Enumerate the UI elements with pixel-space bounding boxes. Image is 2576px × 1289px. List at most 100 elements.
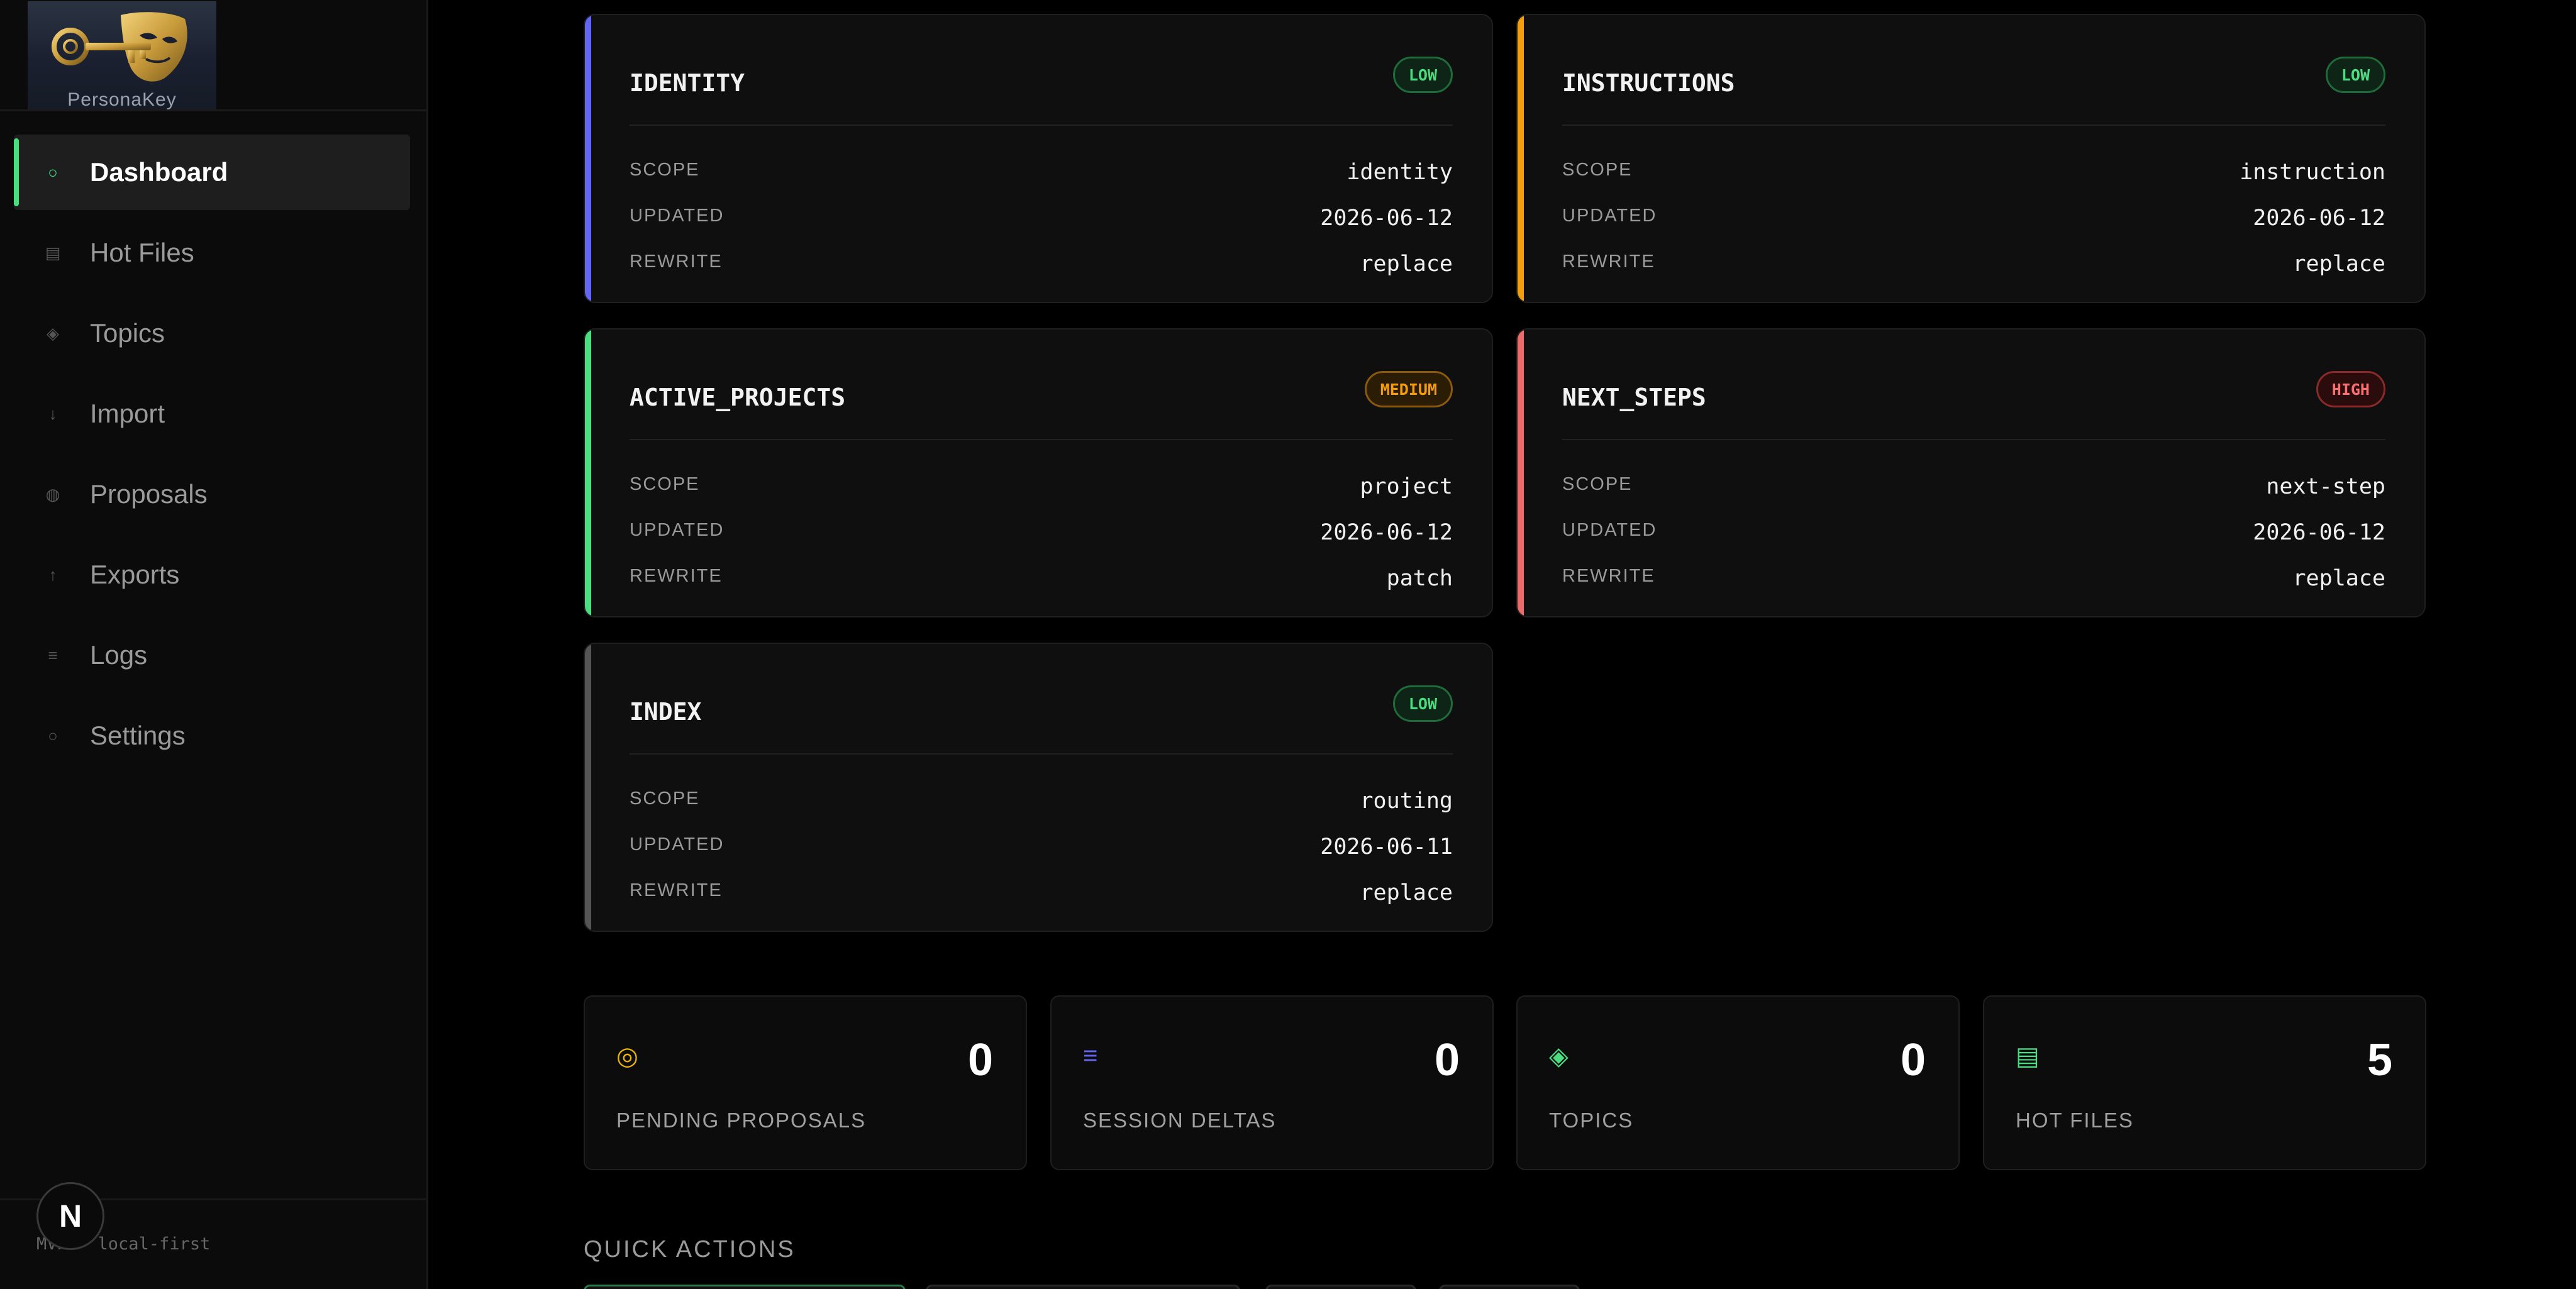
rewrite-row: REWRITE replace [630, 252, 1453, 277]
target-icon: ◎ [616, 1043, 638, 1070]
memory-card[interactable]: NEXT_STEPS HIGH SCOPE next-step UPDATED … [1516, 328, 2426, 617]
updated-value: 2026-06-11 [1320, 834, 1453, 860]
quick-action-button[interactable] [926, 1285, 1240, 1289]
memory-card[interactable]: ACTIVE_PROJECTS MEDIUM SCOPE project UPD… [584, 328, 1493, 617]
scope-value: identity [1346, 160, 1453, 185]
memory-card[interactable]: INSTRUCTIONS LOW SCOPE instruction UPDAT… [1516, 14, 2426, 303]
priority-badge: MEDIUM [1364, 371, 1453, 407]
stat-label: TOPICS [1549, 1109, 1634, 1132]
rewrite-value: replace [2292, 252, 2385, 277]
brand-name: PersonaKey [67, 89, 177, 110]
sidebar-item-import[interactable]: ↓ Import [14, 376, 410, 451]
sidebar-item-label: Logs [90, 640, 148, 670]
mask-key-icon [52, 12, 187, 82]
scope-row: SCOPE identity [630, 160, 1453, 185]
lines-icon: ≡ [1083, 1042, 1098, 1070]
card-accent [1518, 15, 1524, 302]
sidebar-item-dashboard[interactable]: ○ Dashboard [14, 135, 410, 210]
divider [1562, 439, 2385, 440]
sidebar-item-proposals[interactable]: ◍ Proposals [14, 456, 410, 532]
sidebar: PersonaKey ○ Dashboard ▤ Hot Files ◈ Top… [0, 0, 428, 1289]
stat-hot-files[interactable]: ▤ 5 HOT FILES [1983, 995, 2426, 1170]
circle-icon: ○ [48, 162, 58, 182]
rewrite-label: REWRITE [1562, 566, 1655, 586]
rewrite-value: replace [1360, 252, 1453, 277]
stat-topics[interactable]: ◈ 0 TOPICS [1516, 995, 1960, 1170]
rewrite-row: REWRITE replace [1562, 566, 2385, 591]
divider [630, 753, 1453, 755]
file-list-icon: ▤ [45, 243, 61, 262]
stat-value: 0 [967, 1035, 993, 1085]
priority-badge: LOW [1392, 685, 1453, 722]
card-accent [585, 329, 591, 616]
rewrite-value: patch [1386, 566, 1453, 591]
updated-value: 2026-06-12 [1320, 520, 1453, 545]
updated-label: UPDATED [1562, 520, 1657, 540]
updated-label: UPDATED [630, 206, 724, 226]
file-list-icon: ▤ [2016, 1043, 2040, 1070]
sidebar-item-label: Proposals [90, 479, 208, 509]
divider [630, 439, 1453, 440]
app-root: PersonaKey ○ Dashboard ▤ Hot Files ◈ Top… [0, 0, 2576, 1289]
card-title: ACTIVE_PROJECTS [630, 384, 846, 411]
sidebar-nav: ○ Dashboard ▤ Hot Files ◈ Topics ↓ Impor… [14, 135, 410, 778]
rewrite-label: REWRITE [1562, 252, 1655, 272]
dot-circle-icon: ◍ [45, 484, 60, 504]
sidebar-item-label: Topics [90, 318, 165, 348]
sidebar-item-hot-files[interactable]: ▤ Hot Files [14, 215, 410, 290]
card-title: INDEX [630, 698, 702, 726]
scope-label: SCOPE [630, 474, 700, 494]
sidebar-item-label: Settings [90, 721, 186, 750]
scope-label: SCOPE [1562, 474, 1633, 494]
rewrite-label: REWRITE [630, 252, 723, 272]
stat-label: PENDING PROPOSALS [616, 1109, 867, 1132]
priority-badge: HIGH [2316, 371, 2385, 407]
scope-label: SCOPE [630, 160, 700, 180]
scope-row: SCOPE project [630, 474, 1453, 499]
scope-row: SCOPE next-step [1562, 474, 2385, 499]
sidebar-item-label: Hot Files [90, 238, 194, 267]
memory-card[interactable]: INDEX LOW SCOPE routing UPDATED 2026-06-… [584, 643, 1493, 932]
sidebar-item-label: Import [90, 399, 165, 428]
scope-row: SCOPE routing [630, 788, 1453, 814]
updated-row: UPDATED 2026-06-12 [1562, 520, 2385, 545]
sidebar-item-settings[interactable]: ○ Settings [14, 698, 410, 773]
lines-icon: ≡ [48, 645, 58, 665]
card-accent [1518, 329, 1524, 616]
card-title: INSTRUCTIONS [1562, 69, 1735, 97]
card-accent [585, 644, 591, 931]
stat-value: 0 [1434, 1035, 1460, 1085]
scope-label: SCOPE [630, 788, 700, 809]
diamond-icon: ◈ [1549, 1043, 1568, 1070]
card-accent [585, 15, 591, 302]
devtools-badge[interactable]: N [36, 1182, 104, 1250]
priority-badge: LOW [1392, 57, 1453, 93]
divider [630, 124, 1453, 126]
card-title: IDENTITY [630, 69, 745, 97]
rewrite-label: REWRITE [630, 880, 723, 900]
stat-session-deltas[interactable]: ≡ 0 SESSION DELTAS [1050, 995, 1494, 1170]
scope-row: SCOPE instruction [1562, 160, 2385, 185]
scope-value: routing [1360, 788, 1453, 814]
rewrite-row: REWRITE replace [1562, 252, 2385, 277]
stat-label: HOT FILES [2016, 1109, 2134, 1132]
sidebar-item-topics[interactable]: ◈ Topics [14, 296, 410, 371]
quick-action-button[interactable] [584, 1285, 906, 1289]
sidebar-item-exports[interactable]: ↑ Exports [14, 537, 410, 612]
quick-action-button[interactable] [1439, 1285, 1580, 1289]
memory-card[interactable]: IDENTITY LOW SCOPE identity UPDATED 2026… [584, 14, 1493, 303]
arrow-up-icon: ↑ [48, 565, 57, 584]
brand-logo[interactable]: PersonaKey [28, 1, 216, 110]
updated-label: UPDATED [630, 834, 724, 855]
arrow-down-icon: ↓ [48, 404, 57, 423]
priority-badge: LOW [2325, 57, 2385, 93]
sidebar-item-label: Dashboard [90, 157, 228, 187]
updated-label: UPDATED [630, 520, 724, 540]
stat-pending-proposals[interactable]: ◎ 0 PENDING PROPOSALS [584, 995, 1027, 1170]
scope-value: instruction [2240, 160, 2385, 185]
updated-row: UPDATED 2026-06-12 [1562, 206, 2385, 231]
sidebar-item-logs[interactable]: ≡ Logs [14, 617, 410, 693]
quick-action-button[interactable] [1265, 1285, 1416, 1289]
rewrite-value: replace [2292, 566, 2385, 591]
updated-value: 2026-06-12 [1320, 206, 1453, 231]
